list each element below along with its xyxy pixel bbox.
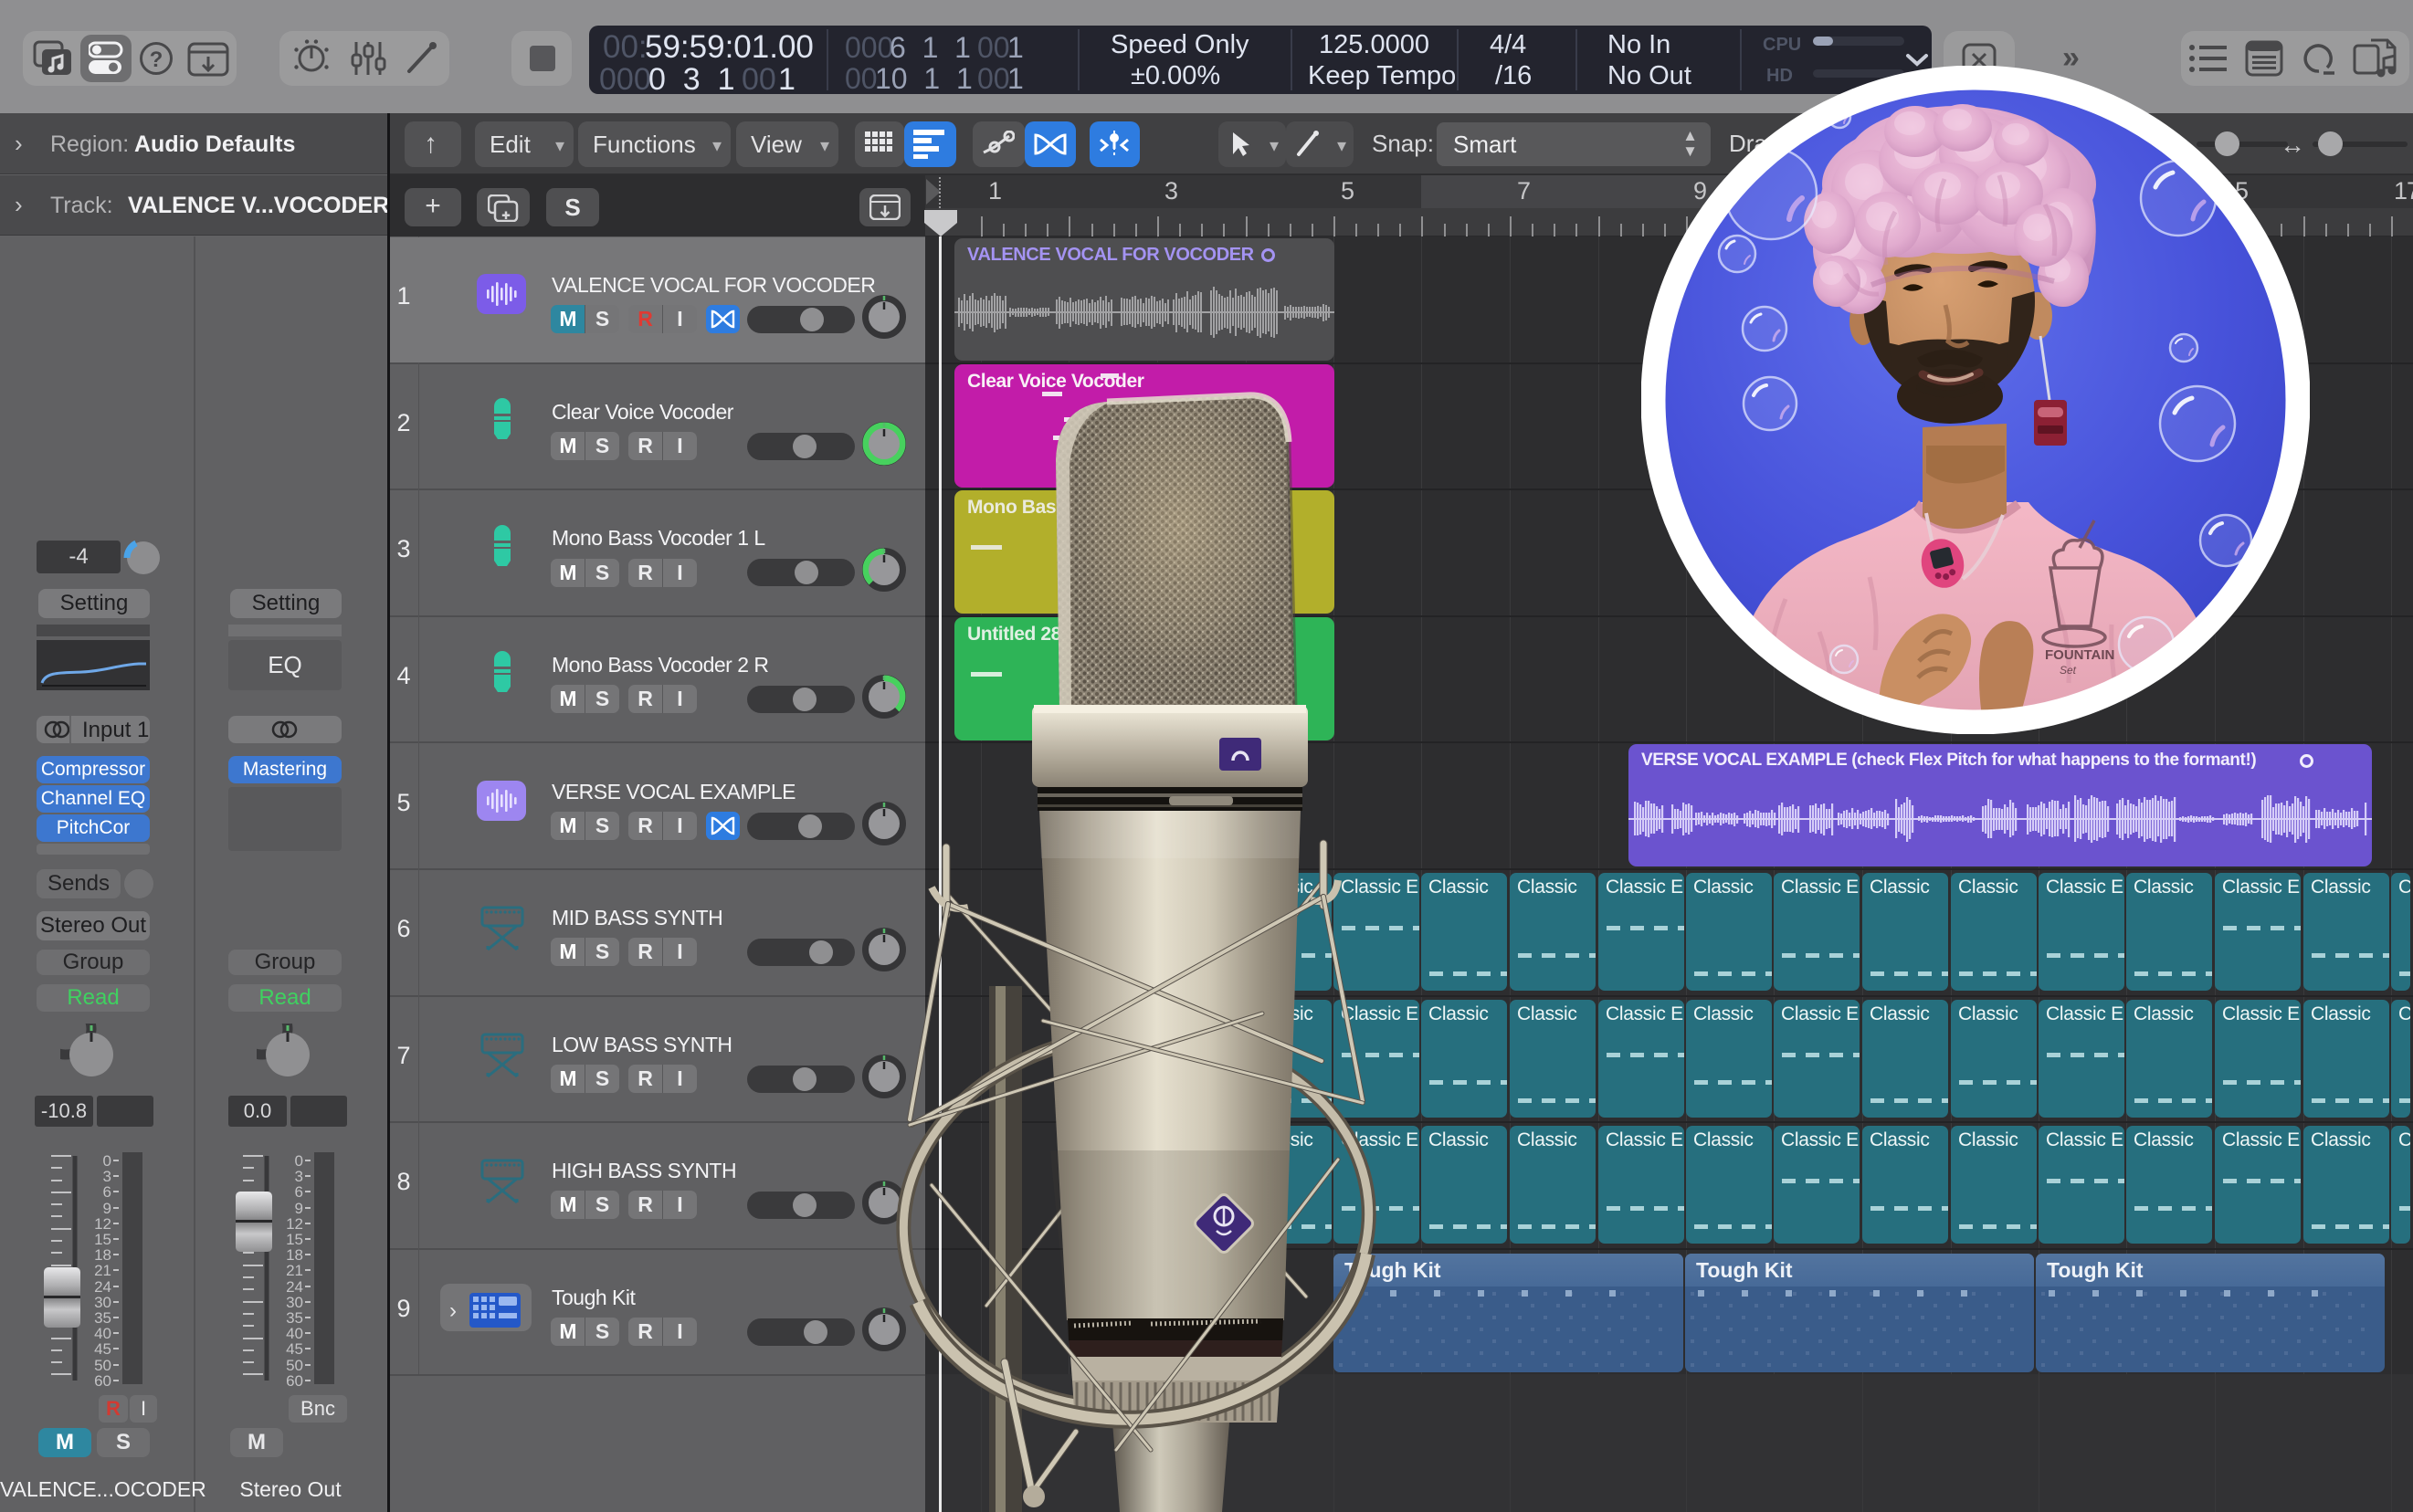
svg-text:FOUNTAIN: FOUNTAIN xyxy=(2045,647,2114,663)
svg-text:Set: Set xyxy=(2060,664,2077,677)
